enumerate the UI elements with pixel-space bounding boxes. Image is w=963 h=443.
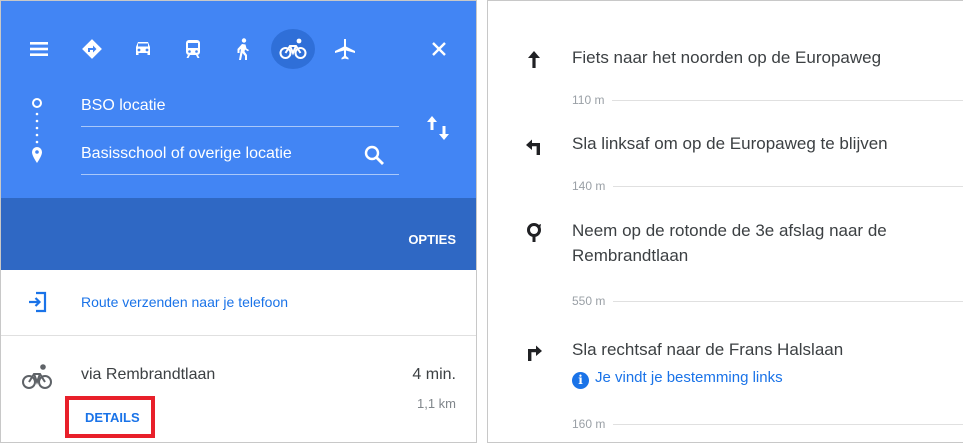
options-bar: OPTIES <box>1 198 476 270</box>
step-3-distance: 550 m <box>572 294 614 308</box>
origin-value: BSO locatie <box>81 97 166 114</box>
roundabout-icon <box>524 223 544 243</box>
search-icon[interactable] <box>363 144 385 166</box>
send-to-phone-icon <box>27 290 49 314</box>
send-route-row[interactable]: Route verzenden naar je telefoon <box>1 270 476 336</box>
page: BSO locatie Basisschool of overige locat… <box>0 0 963 443</box>
destination-value: Basisschool of overige locatie <box>81 145 292 162</box>
step-2-distance-row: 140 m <box>572 179 963 193</box>
close-icon[interactable] <box>425 33 453 65</box>
turn-left-icon <box>524 137 544 157</box>
details-highlight-box: DETAILS <box>65 396 155 438</box>
directions-header: BSO locatie Basisschool of overige locat… <box>1 1 476 198</box>
step-3-distance-row: 550 m <box>572 294 963 308</box>
route-distance: 1,1 km <box>416 396 456 411</box>
transit-mode-icon[interactable] <box>175 25 211 73</box>
step-3-instruction: Neem op de rotonde de 3e afslag naar de … <box>572 221 887 265</box>
step-4-note-text: Je vindt je bestemming links <box>595 369 783 386</box>
step-4-instruction: Sla rechtsaf naar de Frans Halslaan <box>572 340 844 359</box>
bicycle-icon <box>21 362 53 392</box>
walk-mode-icon[interactable] <box>225 25 261 73</box>
details-button[interactable]: DETAILS <box>85 410 140 425</box>
route-duration: 4 min. <box>412 366 456 383</box>
turn-right-icon <box>524 343 544 363</box>
route-dots-icon <box>31 97 43 167</box>
step-1-distance: 110 m <box>572 93 613 107</box>
send-route-link[interactable]: Route verzenden naar je telefoon <box>81 294 288 310</box>
car-mode-icon[interactable] <box>125 25 161 73</box>
directions-form-panel: BSO locatie Basisschool of overige locat… <box>0 0 477 443</box>
step-2-distance: 140 m <box>572 179 614 193</box>
info-icon: i <box>572 372 589 389</box>
step-4-note: i Je vindt je bestemming links <box>572 369 952 389</box>
travel-mode-bar <box>1 25 476 73</box>
origin-field[interactable]: BSO locatie <box>81 91 399 127</box>
destination-field[interactable]: Basisschool of overige locatie <box>81 139 399 175</box>
arrow-up-icon <box>524 49 544 69</box>
step-4-distance-row: 160 m <box>572 417 963 431</box>
step-1-instruction: Fiets naar het noorden op de Europaweg <box>572 48 882 67</box>
directions-steps-panel: Fiets naar het noorden op de Europaweg 1… <box>487 0 963 443</box>
route-via: via Rembrandtlaan <box>81 366 216 383</box>
step-2-instruction: Sla linksaf om op de Europaweg te blijve… <box>572 134 888 153</box>
route-option[interactable]: via Rembrandtlaan 4 min. 1,1 km DETAILS <box>1 336 476 442</box>
step-1-distance-row: 110 m <box>572 93 963 107</box>
flight-mode-icon[interactable] <box>327 25 363 73</box>
step-4-distance: 160 m <box>572 417 614 431</box>
directions-mode-icon[interactable] <box>74 25 110 73</box>
menu-icon[interactable] <box>21 25 57 73</box>
options-button[interactable]: OPTIES <box>408 232 456 247</box>
swap-directions-icon[interactable] <box>425 113 451 143</box>
bicycle-mode-icon[interactable] <box>271 25 315 73</box>
